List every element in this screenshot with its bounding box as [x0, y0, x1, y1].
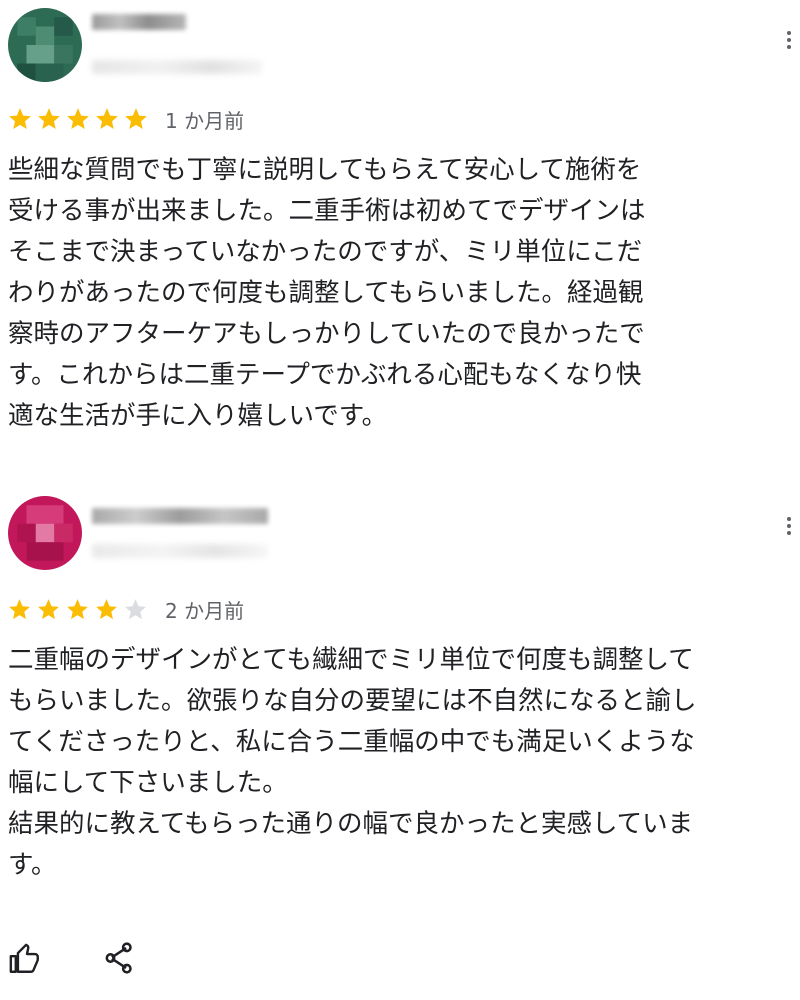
avatar[interactable]	[8, 8, 82, 82]
star-filled-icon	[67, 598, 88, 619]
star-filled-icon	[96, 598, 117, 619]
thumb-up-icon[interactable]	[8, 942, 42, 976]
star-filled-icon	[67, 108, 89, 129]
review-text: 二重幅のデザインがとても繊細でミリ単位で何度も調整して もらいました。欲張りな自…	[8, 645, 697, 880]
star-filled-icon	[38, 598, 59, 619]
rating-row: 2 か月前	[6, 594, 244, 624]
avatar[interactable]	[8, 496, 82, 570]
review-card: 1 か月前 些細な質問でも丁寧に説明してもらえて安心して施術を 受ける事が出来ま…	[0, 0, 800, 470]
review-actions	[0, 938, 800, 988]
rating-row: 1 か月前	[6, 104, 244, 134]
star-rating	[6, 106, 151, 132]
reviewer-name[interactable]	[92, 508, 268, 524]
star-filled-icon	[96, 108, 118, 129]
star-filled-icon	[9, 108, 31, 129]
reviewer-meta	[92, 544, 268, 558]
share-icon[interactable]	[102, 940, 136, 976]
star-filled-icon	[38, 108, 60, 129]
reviewer-name[interactable]	[92, 14, 186, 30]
more-vert-icon[interactable]	[782, 514, 796, 542]
star-empty-icon	[125, 598, 146, 619]
review-time: 2 か月前	[165, 598, 245, 623]
review-card: 2 か月前 二重幅のデザインがとても繊細でミリ単位で何度も調整して もらいました…	[0, 488, 800, 918]
star-filled-icon	[125, 108, 147, 129]
review-text: 些細な質問でも丁寧に説明してもらえて安心して施術を 受ける事が出来ました。二重手…	[8, 155, 646, 431]
more-vert-icon[interactable]	[782, 28, 796, 56]
star-rating	[6, 597, 151, 622]
reviewer-meta	[92, 60, 262, 74]
star-filled-icon	[9, 598, 30, 619]
review-time: 1 か月前	[165, 108, 245, 133]
